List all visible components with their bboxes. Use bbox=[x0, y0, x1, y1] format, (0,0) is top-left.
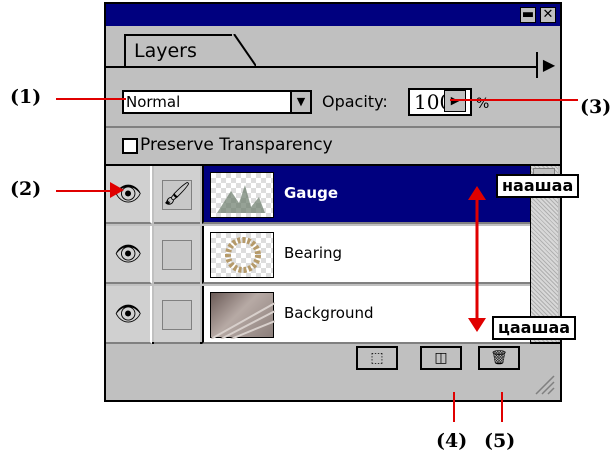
layer-name: Gauge bbox=[284, 184, 339, 202]
preserve-transparency-label: Preserve Transparency bbox=[140, 135, 333, 155]
preserve-transparency-checkbox[interactable] bbox=[122, 138, 138, 154]
resize-grip-icon[interactable] bbox=[532, 372, 556, 396]
callout-4: (4) bbox=[436, 430, 468, 452]
callout-3: (3) bbox=[580, 96, 612, 118]
callout-4-5-lines bbox=[453, 392, 503, 422]
panel-menu-arrow-icon[interactable]: ▶ bbox=[536, 52, 560, 78]
callout-2: (2) bbox=[10, 178, 42, 200]
layer-name: Background bbox=[284, 304, 374, 322]
layer-thumbnail bbox=[210, 172, 274, 218]
callout-2-line bbox=[56, 190, 112, 192]
empty-brush-box bbox=[162, 300, 192, 330]
layers-panel: ▬ ✕ Layers ▶ Normal ▼ Opacity: 100 ▶ % P… bbox=[104, 2, 562, 402]
layer-thumbnail bbox=[210, 232, 274, 278]
layer-thumbnail bbox=[210, 292, 276, 340]
reorder-arrow-icon bbox=[468, 186, 486, 332]
tab-edge bbox=[232, 34, 256, 68]
blend-mode-select[interactable]: Normal ▼ bbox=[122, 90, 312, 114]
trash-icon[interactable]: 🗑 bbox=[478, 346, 520, 370]
mask-icon[interactable]: ⬚ bbox=[356, 346, 398, 370]
callout-3-line bbox=[450, 99, 578, 101]
eye-icon[interactable]: 👁 bbox=[106, 286, 152, 344]
blend-mode-value: Normal bbox=[126, 93, 181, 111]
divider bbox=[106, 126, 560, 128]
empty-brush-box bbox=[162, 240, 192, 270]
callout-2-arrowhead bbox=[110, 182, 124, 198]
tab-layers-label: Layers bbox=[134, 40, 197, 62]
label-up: наашаа bbox=[496, 174, 580, 198]
brush-cell[interactable] bbox=[154, 286, 200, 344]
layer-name: Bearing bbox=[284, 244, 343, 262]
minimize-icon[interactable]: ▬ bbox=[520, 7, 536, 23]
brush-cell[interactable]: 🖌 bbox=[154, 166, 200, 224]
title-bar[interactable]: ▬ ✕ bbox=[106, 4, 560, 26]
opacity-label: Opacity: bbox=[322, 92, 388, 111]
callout-1-line bbox=[56, 98, 126, 100]
tab-layers[interactable]: Layers bbox=[124, 34, 234, 66]
brush-cell[interactable] bbox=[154, 226, 200, 284]
callout-5: (5) bbox=[484, 430, 516, 452]
chevron-down-icon[interactable]: ▼ bbox=[290, 92, 310, 112]
paintbrush-icon: 🖌 bbox=[162, 180, 192, 210]
new-layer-icon[interactable]: ◫ bbox=[420, 346, 462, 370]
label-down: цаашаа bbox=[492, 316, 577, 340]
opacity-slider-arrow-icon[interactable]: ▶ bbox=[444, 90, 466, 112]
close-icon[interactable]: ✕ bbox=[540, 7, 556, 23]
eye-icon[interactable]: 👁 bbox=[106, 226, 152, 284]
callout-1: (1) bbox=[10, 86, 42, 108]
tab-divider bbox=[106, 66, 536, 68]
